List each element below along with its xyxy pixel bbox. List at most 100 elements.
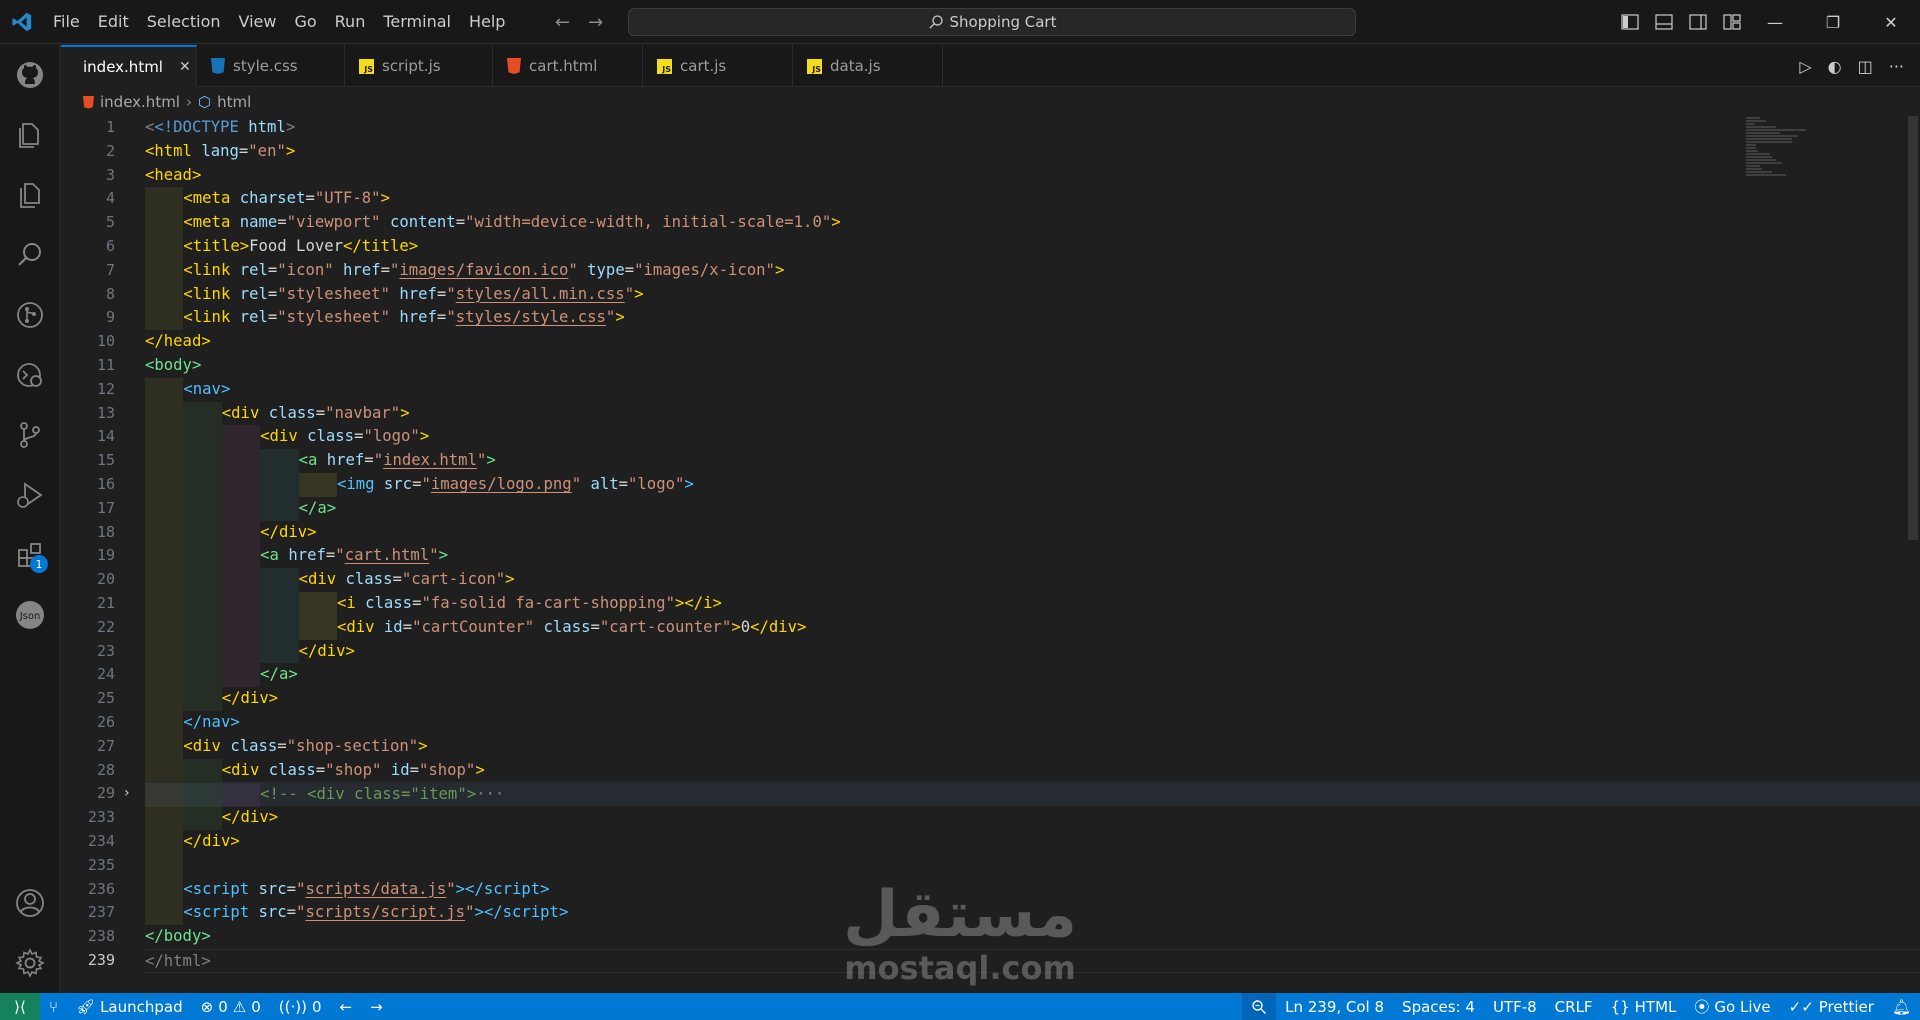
menu-run[interactable]: Run bbox=[326, 0, 375, 44]
close-tab-icon[interactable]: ✕ bbox=[179, 59, 191, 75]
zoom-icon[interactable] bbox=[1242, 993, 1277, 1020]
run-debug-icon[interactable] bbox=[0, 465, 60, 525]
code-line: <link rel="stylesheet" href="styles/styl… bbox=[145, 306, 1845, 331]
notifications-bell-icon[interactable]: 🔔︎ bbox=[1883, 993, 1920, 1020]
tab-index-html[interactable]: index.html ✕ bbox=[61, 45, 197, 87]
line-number: 3 bbox=[105, 165, 115, 184]
code-line: </head> bbox=[145, 332, 211, 351]
line-number: 8 bbox=[105, 284, 115, 303]
tab-label: script.js bbox=[382, 57, 441, 75]
language-mode[interactable]: {} HTML bbox=[1602, 993, 1686, 1020]
source-control-icon[interactable] bbox=[0, 405, 60, 465]
compare-changes-icon[interactable]: ◐ bbox=[1828, 57, 1842, 76]
code-line: <i class="fa-solid fa-cart-shopping"></i… bbox=[145, 591, 1845, 616]
svg-text:Json: Json bbox=[19, 611, 41, 622]
tab-script-js[interactable]: JS script.js bbox=[345, 45, 493, 87]
scrollbar-thumb[interactable] bbox=[1908, 116, 1918, 540]
explorer-icon[interactable] bbox=[0, 105, 60, 165]
toggle-secondary-sidebar-icon[interactable] bbox=[1688, 12, 1708, 32]
indentation[interactable]: Spaces: 4 bbox=[1393, 993, 1484, 1020]
line-number: 15 bbox=[96, 451, 115, 470]
problems-item[interactable]: ⊗ 0 ⚠ 0 bbox=[192, 993, 270, 1020]
prettier-item[interactable]: ✓✓ Prettier bbox=[1780, 993, 1883, 1020]
settings-gear-icon[interactable] bbox=[0, 933, 60, 993]
line-number: 16 bbox=[96, 474, 115, 493]
end-of-line[interactable]: CRLF bbox=[1546, 993, 1602, 1020]
double-check-icon: ✓✓ bbox=[1788, 997, 1814, 1016]
menu-file[interactable]: File bbox=[44, 0, 89, 44]
fold-expand-chevron-icon[interactable]: › bbox=[124, 782, 138, 806]
back-arrow-icon[interactable]: ← bbox=[330, 993, 361, 1020]
broadcast-icon: ⦿ bbox=[1694, 998, 1710, 1016]
go-live-button[interactable]: ⦿ Go Live bbox=[1685, 993, 1779, 1020]
tab-label: cart.js bbox=[680, 57, 727, 75]
tab-data-js[interactable]: JS data.js bbox=[793, 45, 943, 87]
code-editor[interactable]: 1 2 3 4 5 6 7 8 9 10 11 12 13 14 15 16 1… bbox=[61, 116, 1920, 993]
vscode-logo-icon bbox=[0, 0, 44, 44]
tab-cart-js[interactable]: JS cart.js bbox=[643, 45, 793, 87]
menu-help[interactable]: Help bbox=[460, 0, 514, 44]
menu-view[interactable]: View bbox=[230, 0, 286, 44]
css-file-icon bbox=[211, 58, 225, 74]
minimap[interactable] bbox=[1746, 116, 1816, 196]
cursor-position[interactable]: Ln 239, Col 8 bbox=[1276, 993, 1393, 1020]
breadcrumb-symbol[interactable]: html bbox=[217, 93, 251, 111]
vertical-scrollbar[interactable] bbox=[1906, 116, 1920, 993]
line-number: 7 bbox=[105, 260, 115, 279]
breadcrumb-file[interactable]: index.html bbox=[100, 93, 180, 111]
copy-files-icon[interactable] bbox=[0, 165, 60, 225]
remote-indicator-icon[interactable]: ⟩⟨ bbox=[0, 993, 40, 1020]
prettier-label: Prettier bbox=[1818, 997, 1874, 1016]
line-number: 2 bbox=[105, 141, 115, 160]
line-number: 21 bbox=[96, 593, 115, 612]
json-icon[interactable]: Json bbox=[0, 585, 60, 645]
line-number: 23 bbox=[96, 641, 115, 660]
launchpad-item[interactable]: 🚀︎ Launchpad bbox=[67, 993, 192, 1020]
search-icon[interactable] bbox=[0, 225, 60, 285]
menu-go[interactable]: Go bbox=[285, 0, 325, 44]
customize-layout-icon[interactable] bbox=[1722, 12, 1742, 32]
line-number: 22 bbox=[96, 617, 115, 636]
run-file-icon[interactable]: ▷ bbox=[1799, 57, 1811, 76]
code-line: <meta charset="UTF-8"> bbox=[145, 187, 1845, 212]
go-live-label: Go Live bbox=[1714, 997, 1771, 1016]
folded-ellipsis[interactable]: ··· bbox=[476, 785, 504, 803]
watermark-latin: mostaql.com bbox=[844, 949, 1076, 987]
code-line: <a href="index.html"> bbox=[145, 449, 1845, 473]
github-icon[interactable] bbox=[0, 45, 60, 105]
menu-bar: File Edit Selection View Go Run Terminal… bbox=[44, 0, 514, 44]
line-number: 19 bbox=[96, 546, 115, 565]
code-line: <img src="images/logo.png" alt="logo"> bbox=[145, 472, 1845, 497]
menu-edit[interactable]: Edit bbox=[89, 0, 138, 44]
ports-item[interactable]: ((·)) 0 bbox=[270, 993, 331, 1020]
html-file-icon bbox=[83, 95, 94, 109]
restore-icon[interactable]: ❐ bbox=[1804, 0, 1862, 44]
toggle-primary-sidebar-icon[interactable] bbox=[1620, 12, 1640, 32]
line-number: 5 bbox=[105, 213, 115, 232]
line-number: 13 bbox=[96, 403, 115, 422]
minimize-icon[interactable]: — bbox=[1746, 0, 1804, 44]
forward-arrow-icon[interactable]: → bbox=[588, 12, 603, 33]
split-editor-icon[interactable]: ◫ bbox=[1858, 57, 1873, 76]
tab-style-css[interactable]: style.css bbox=[197, 45, 345, 87]
close-window-icon[interactable]: ✕ bbox=[1862, 0, 1920, 44]
command-center-search[interactable]: Shopping Cart bbox=[628, 8, 1356, 36]
line-number: 24 bbox=[96, 665, 115, 684]
toggle-panel-icon[interactable] bbox=[1654, 12, 1674, 32]
forward-arrow-icon[interactable]: → bbox=[361, 993, 392, 1020]
braces-icon: {} bbox=[1610, 997, 1630, 1016]
command-center-label: Shopping Cart bbox=[949, 13, 1057, 31]
source-control-graph-icon[interactable] bbox=[0, 285, 60, 345]
encoding[interactable]: UTF-8 bbox=[1484, 993, 1546, 1020]
menu-terminal[interactable]: Terminal bbox=[374, 0, 460, 44]
remote-explorer-icon[interactable] bbox=[0, 345, 60, 405]
code-lines[interactable]: <<!DOCTYPE html> <html lang="en"> <head>… bbox=[145, 116, 1920, 973]
extensions-icon[interactable]: 1 bbox=[0, 525, 60, 585]
menu-selection[interactable]: Selection bbox=[138, 0, 230, 44]
back-arrow-icon[interactable]: ← bbox=[555, 12, 570, 33]
tab-cart-html[interactable]: cart.html bbox=[493, 45, 643, 87]
line-number: 29 bbox=[96, 784, 115, 803]
git-graph-item[interactable]: ⑂ bbox=[40, 993, 67, 1020]
account-icon[interactable] bbox=[0, 873, 60, 933]
more-actions-icon[interactable]: ··· bbox=[1889, 57, 1904, 76]
